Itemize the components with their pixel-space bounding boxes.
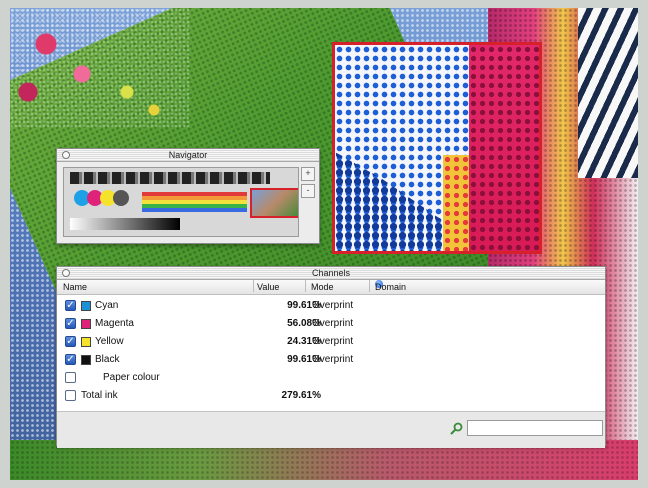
striped-fabric-halftone — [578, 8, 638, 178]
channels-title: Channels — [311, 268, 351, 278]
gray-ramp — [70, 218, 180, 230]
channel-row-cyan[interactable]: ✓ Cyan 99.61% Overprint — [57, 297, 605, 315]
channels-titlebar[interactable]: Channels — [57, 267, 605, 280]
channel-name: Cyan — [95, 300, 119, 311]
channels-search-input[interactable] — [467, 420, 603, 436]
zoom-in-button[interactable]: + — [301, 167, 315, 181]
channels-close-button[interactable] — [62, 269, 70, 277]
channels-footer — [57, 412, 605, 448]
channels-column-header: Name Value Mode Domain — [57, 280, 605, 295]
channel-value: 56.08% — [287, 318, 321, 329]
flowers-halftone — [10, 8, 190, 128]
color-bars — [142, 192, 247, 212]
channel-row-magenta[interactable]: ✓ Magenta 56.08% Overprint — [57, 315, 605, 333]
channel-mode[interactable]: Overprint — [312, 333, 353, 351]
channel-value: 24.31% — [287, 336, 321, 347]
cyan-visibility-checkbox[interactable]: ✓ — [65, 300, 76, 311]
navigator-zoom-controls: + - — [301, 167, 315, 201]
channel-mode[interactable]: Overprint — [312, 315, 353, 333]
black-visibility-checkbox[interactable]: ✓ — [65, 354, 76, 365]
loupe-magenta-dots — [469, 45, 539, 251]
magenta-swatch — [81, 319, 91, 329]
channel-mode[interactable]: Overprint — [312, 351, 353, 369]
yellow-swatch — [81, 337, 91, 347]
channel-name: Black — [95, 354, 120, 365]
channels-panel: Channels Name Value Mode Domain ✓ Cyan 9… — [56, 266, 606, 448]
channels-list: ✓ Cyan 99.61% Overprint ✓ Magenta 56.08%… — [57, 295, 605, 412]
navigator-view-rectangle[interactable] — [250, 188, 298, 218]
channel-row-black[interactable]: ✓ Black 99.61% Overprint — [57, 351, 605, 369]
channel-value: 99.61% — [287, 300, 321, 311]
magnifier-icon[interactable] — [449, 422, 463, 436]
navigator-close-button[interactable] — [62, 151, 70, 159]
loupe-yellow-dots — [443, 155, 469, 251]
yellow-visibility-checkbox[interactable]: ✓ — [65, 336, 76, 347]
total-ink-checkbox[interactable] — [65, 390, 76, 401]
navigator-panel: Navigator + - — [56, 148, 320, 244]
channel-name: Magenta — [95, 318, 134, 329]
navigator-titlebar[interactable]: Navigator — [57, 149, 319, 162]
gray-swatch-strip — [70, 172, 270, 184]
navigator-title: Navigator — [168, 150, 208, 160]
total-ink-value: 279.61% — [281, 390, 321, 401]
cyan-swatch — [81, 301, 91, 311]
column-value[interactable]: Value — [257, 280, 279, 294]
paper-colour-label: Paper colour — [103, 372, 160, 383]
channel-row-paper-colour[interactable]: Paper colour — [57, 369, 605, 387]
loupe-magnified-view[interactable] — [332, 42, 542, 254]
column-domain-label: Domain — [375, 282, 407, 292]
column-mode[interactable]: Mode — [311, 280, 334, 294]
total-ink-label: Total ink — [81, 390, 118, 401]
magenta-visibility-checkbox[interactable]: ✓ — [65, 318, 76, 329]
channel-mode[interactable]: Overprint — [312, 297, 353, 315]
channel-row-total-ink[interactable]: Total ink 279.61% — [57, 387, 605, 405]
black-swatch — [81, 355, 91, 365]
channel-name: Yellow — [95, 336, 124, 347]
zoom-out-button[interactable]: - — [301, 184, 315, 198]
channel-row-yellow[interactable]: ✓ Yellow 24.31% Overprint — [57, 333, 605, 351]
navigator-thumbnail[interactable] — [63, 167, 299, 237]
column-name[interactable]: Name — [63, 280, 87, 294]
loupe-cyan-dots — [335, 152, 455, 251]
channel-value: 99.61% — [287, 354, 321, 365]
paper-colour-checkbox[interactable] — [65, 372, 76, 383]
cmyk-circles — [74, 190, 129, 209]
